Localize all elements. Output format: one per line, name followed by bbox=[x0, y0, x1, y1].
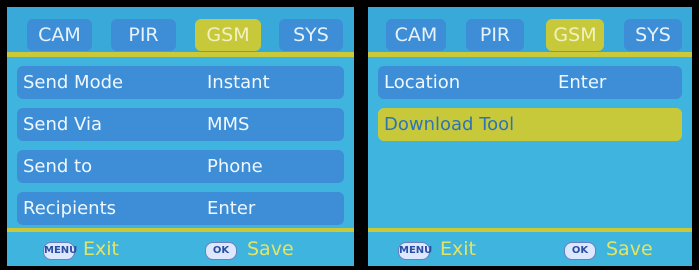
tab-gsm[interactable]: GSM bbox=[546, 19, 604, 51]
footer-divider bbox=[7, 228, 354, 232]
tab-cam[interactable]: CAM bbox=[27, 19, 92, 51]
tab-sys[interactable]: SYS bbox=[624, 19, 682, 51]
right-screen: CAM PIR GSM SYS Location Enter Download … bbox=[368, 7, 692, 266]
left-screen: CAM PIR GSM SYS Send Mode Instant Send V… bbox=[7, 7, 354, 266]
menu-row-location[interactable]: Location Enter bbox=[378, 66, 682, 99]
exit-label: Exit bbox=[83, 238, 119, 260]
row-label: Send Mode bbox=[23, 72, 124, 93]
row-label: Recipients bbox=[23, 198, 117, 219]
row-value: Instant bbox=[207, 72, 270, 93]
tab-underline bbox=[7, 52, 354, 57]
footer: MENU Exit OK Save bbox=[368, 236, 692, 266]
menu-row-send-via[interactable]: Send Via MMS bbox=[17, 108, 344, 141]
row-value: Enter bbox=[207, 198, 256, 219]
row-label: Location bbox=[384, 72, 461, 93]
row-label: Send to bbox=[23, 156, 93, 177]
save-label: Save bbox=[247, 238, 294, 260]
footer: MENU Exit OK Save bbox=[7, 236, 354, 266]
footer-divider bbox=[368, 228, 692, 232]
menu-row-send-mode[interactable]: Send Mode Instant bbox=[17, 66, 344, 99]
tab-cam[interactable]: CAM bbox=[386, 19, 446, 51]
row-label: Send Via bbox=[23, 114, 103, 135]
row-value: Phone bbox=[207, 156, 263, 177]
tab-sys[interactable]: SYS bbox=[279, 19, 343, 51]
save-label: Save bbox=[606, 238, 653, 260]
menu-row-recipients[interactable]: Recipients Enter bbox=[17, 192, 344, 225]
ok-key-icon[interactable]: OK bbox=[564, 242, 596, 260]
ok-key-icon[interactable]: OK bbox=[205, 242, 237, 260]
row-value: Enter bbox=[558, 72, 607, 93]
tab-pir[interactable]: PIR bbox=[466, 19, 524, 51]
tab-bar: CAM PIR GSM SYS bbox=[368, 7, 692, 54]
menu-key-icon[interactable]: MENU bbox=[43, 242, 77, 260]
menu-key-icon[interactable]: MENU bbox=[398, 242, 432, 260]
menu-row-send-to[interactable]: Send to Phone bbox=[17, 150, 344, 183]
tab-underline bbox=[368, 52, 692, 57]
exit-label: Exit bbox=[440, 238, 476, 260]
row-value: MMS bbox=[207, 114, 250, 135]
tab-bar: CAM PIR GSM SYS bbox=[7, 7, 354, 54]
tab-gsm[interactable]: GSM bbox=[195, 19, 261, 51]
tab-pir[interactable]: PIR bbox=[111, 19, 176, 51]
menu-row-download-tool[interactable]: Download Tool bbox=[378, 108, 682, 141]
row-label: Download Tool bbox=[384, 114, 515, 135]
